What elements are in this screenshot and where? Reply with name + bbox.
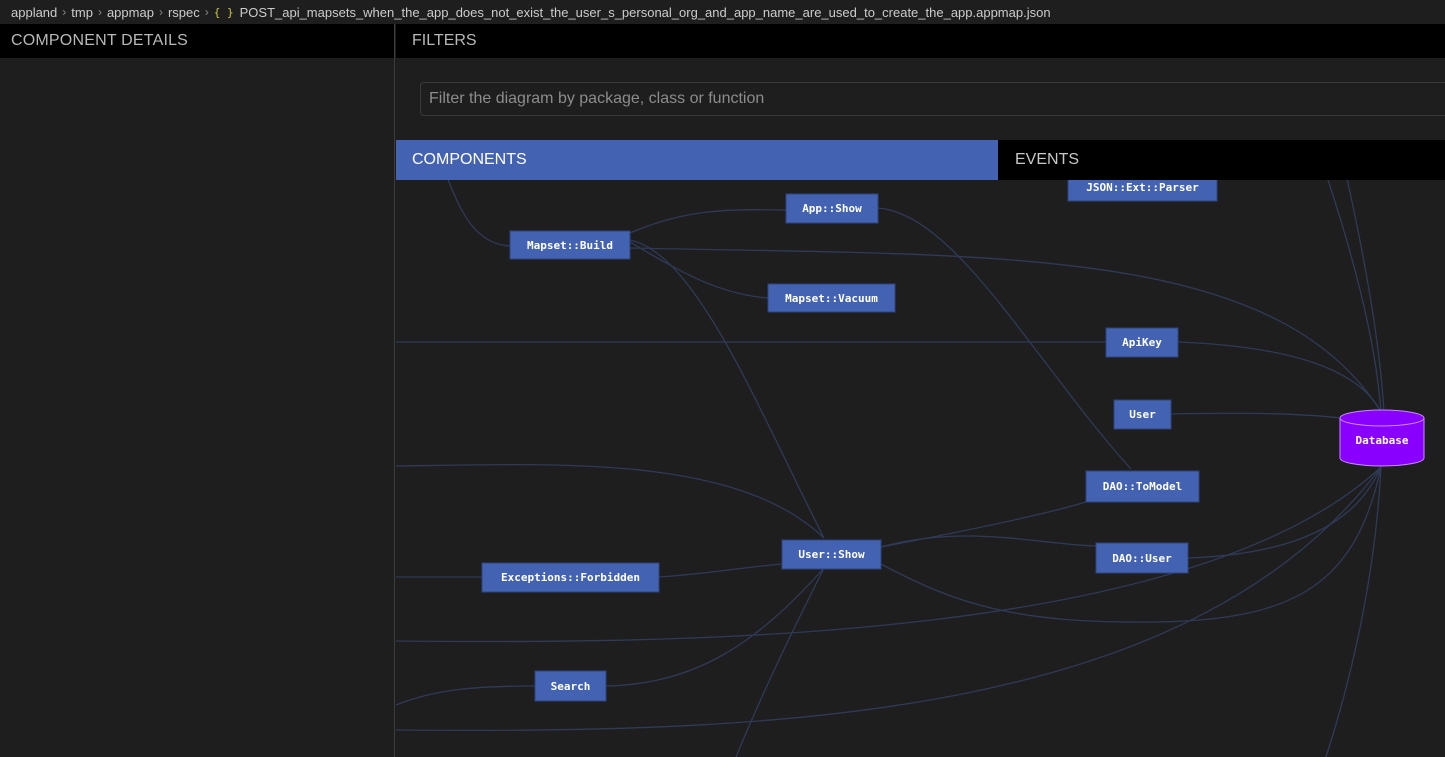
- node-app-show[interactable]: App::Show: [785, 193, 879, 224]
- component-details-panel: COMPONENT DETAILS: [0, 24, 395, 757]
- node-label: DAO::User: [1112, 552, 1172, 565]
- view-tabs: COMPONENTS EVENTS: [396, 140, 1445, 180]
- diagram-edge: [445, 173, 511, 247]
- diagram-edge: [396, 463, 825, 539]
- filter-input[interactable]: [420, 82, 1445, 116]
- node-label: ApiKey: [1122, 336, 1162, 349]
- database-label: Database: [1356, 434, 1409, 447]
- diagram-edge: [1170, 412, 1341, 419]
- diagram-edge: [396, 685, 536, 706]
- node-label: JSON::Ext::Parser: [1086, 181, 1199, 194]
- breadcrumb: appland › tmp › appmap › rspec › { } POS…: [0, 0, 1445, 24]
- json-file-icon: { }: [213, 5, 234, 19]
- node-search[interactable]: Search: [534, 670, 607, 702]
- node-exceptions-forbidden[interactable]: Exceptions::Forbidden: [481, 562, 660, 593]
- diagram-edge: [1177, 341, 1382, 413]
- diagram-panel: JSON::Ext::Parser App::Show Mapset::Buil…: [396, 24, 1445, 757]
- breadcrumb-item-tmp[interactable]: tmp: [71, 5, 93, 20]
- node-label: Search: [551, 680, 591, 693]
- node-label: Mapset::Build: [527, 239, 613, 252]
- breadcrumb-item-rspec[interactable]: rspec: [168, 5, 200, 20]
- breadcrumb-item-appland[interactable]: appland: [11, 5, 57, 20]
- tab-events[interactable]: EVENTS: [998, 140, 1445, 180]
- node-label: Exceptions::Forbidden: [501, 571, 640, 584]
- node-label: DAO::ToModel: [1103, 480, 1182, 493]
- chevron-right-icon: ›: [62, 5, 67, 19]
- diagram-edge: [877, 207, 1132, 470]
- node-label: App::Show: [802, 202, 862, 215]
- diagram-edge: [629, 247, 1382, 413]
- diagram-edge: [735, 567, 825, 757]
- diagram-edge: [629, 209, 787, 234]
- chevron-right-icon: ›: [204, 5, 209, 19]
- diagram-edge: [1345, 173, 1385, 413]
- node-label: User::Show: [798, 548, 865, 561]
- diagram-edges: [396, 173, 1385, 757]
- node-label: User: [1129, 408, 1156, 421]
- node-label: Mapset::Vacuum: [785, 292, 878, 305]
- diagram-edge: [1325, 466, 1382, 757]
- node-user[interactable]: User: [1113, 399, 1172, 430]
- node-mapset-vacuum[interactable]: Mapset::Vacuum: [767, 283, 896, 313]
- node-user-show[interactable]: User::Show: [781, 539, 882, 570]
- node-dao-tomodel[interactable]: DAO::ToModel: [1085, 470, 1200, 503]
- node-database[interactable]: Database: [1339, 409, 1425, 467]
- node-mapset-build[interactable]: Mapset::Build: [509, 230, 631, 260]
- node-dao-user[interactable]: DAO::User: [1095, 542, 1189, 574]
- breadcrumb-item-appmap[interactable]: appmap: [107, 5, 154, 20]
- component-details-title: COMPONENT DETAILS: [0, 24, 394, 58]
- diagram-edge: [658, 563, 783, 578]
- filters-title: FILTERS: [396, 24, 1445, 58]
- component-diagram[interactable]: JSON::Ext::Parser App::Show Mapset::Buil…: [396, 24, 1445, 757]
- node-apikey[interactable]: ApiKey: [1105, 327, 1179, 358]
- diagram-edge: [880, 535, 1097, 548]
- breadcrumb-file[interactable]: POST_api_mapsets_when_the_app_does_not_e…: [240, 5, 1051, 20]
- chevron-right-icon: ›: [97, 5, 102, 19]
- tab-components[interactable]: COMPONENTS: [396, 140, 998, 180]
- chevron-right-icon: ›: [158, 5, 163, 19]
